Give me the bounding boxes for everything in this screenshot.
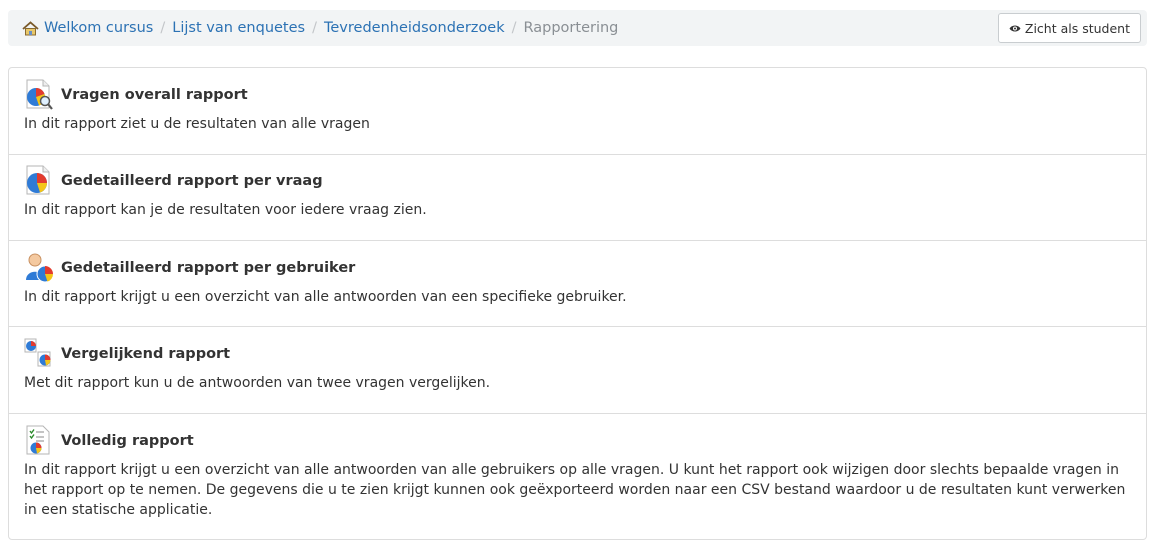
checklist-report-icon bbox=[26, 425, 50, 455]
home-icon[interactable] bbox=[22, 20, 39, 36]
report-title[interactable]: Vragen overall rapport bbox=[61, 87, 248, 103]
breadcrumb-lijst-van-enquetes[interactable]: Lijst van enquetes bbox=[172, 20, 305, 36]
breadcrumb-welkom-cursus[interactable]: Welkom cursus bbox=[44, 20, 153, 36]
breadcrumb-separator: / bbox=[312, 20, 317, 36]
breadcrumb-current: Rapportering bbox=[523, 20, 619, 36]
report-list: Vragen overall rapport In dit rapport zi… bbox=[8, 67, 1147, 540]
breadcrumb-separator: / bbox=[511, 20, 517, 36]
user-pie-chart-icon bbox=[26, 253, 54, 283]
report-item-volledig[interactable]: Volledig rapport In dit rapport krijgt u… bbox=[9, 424, 1146, 534]
report-description: In dit rapport krijgt u een overzicht va… bbox=[24, 462, 1126, 518]
student-view-label: Zicht als student bbox=[1024, 20, 1130, 36]
student-view-button[interactable]: Zicht als student bbox=[997, 13, 1141, 43]
breadcrumb: Welkom cursus / Lijst van enquetes / Tev… bbox=[8, 10, 1147, 46]
report-title[interactable]: Gedetailleerd rapport per vraag bbox=[61, 173, 323, 189]
report-title[interactable]: Volledig rapport bbox=[61, 433, 194, 449]
report-description: Met dit rapport kun u de antwoorden van … bbox=[24, 375, 491, 391]
report-title[interactable]: Vergelijkend rapport bbox=[61, 346, 230, 362]
report-description: In dit rapport ziet u de resultaten van … bbox=[24, 116, 370, 132]
report-description: In dit rapport krijgt u een overzicht va… bbox=[24, 289, 627, 305]
report-item-vergelijkend[interactable]: Vergelijkend rapport Met dit rapport kun… bbox=[9, 337, 1146, 414]
report-item-vragen-overall[interactable]: Vragen overall rapport In dit rapport zi… bbox=[9, 78, 1146, 155]
breadcrumb-tevredenheidsonderzoek[interactable]: Tevredenheidsonderzoek bbox=[324, 20, 505, 36]
breadcrumb-separator: / bbox=[160, 20, 166, 36]
report-description: In dit rapport kan je de resultaten voor… bbox=[24, 202, 427, 218]
report-item-per-gebruiker[interactable]: Gedetailleerd rapport per gebruiker In d… bbox=[9, 251, 1146, 327]
compare-pie-charts-icon bbox=[24, 338, 51, 367]
eye-icon bbox=[1009, 25, 1021, 31]
pie-chart-search-icon bbox=[26, 79, 53, 110]
report-title[interactable]: Gedetailleerd rapport per gebruiker bbox=[61, 260, 355, 276]
pie-chart-document-icon bbox=[26, 165, 50, 195]
report-item-per-vraag[interactable]: Gedetailleerd rapport per vraag In dit r… bbox=[9, 164, 1146, 241]
